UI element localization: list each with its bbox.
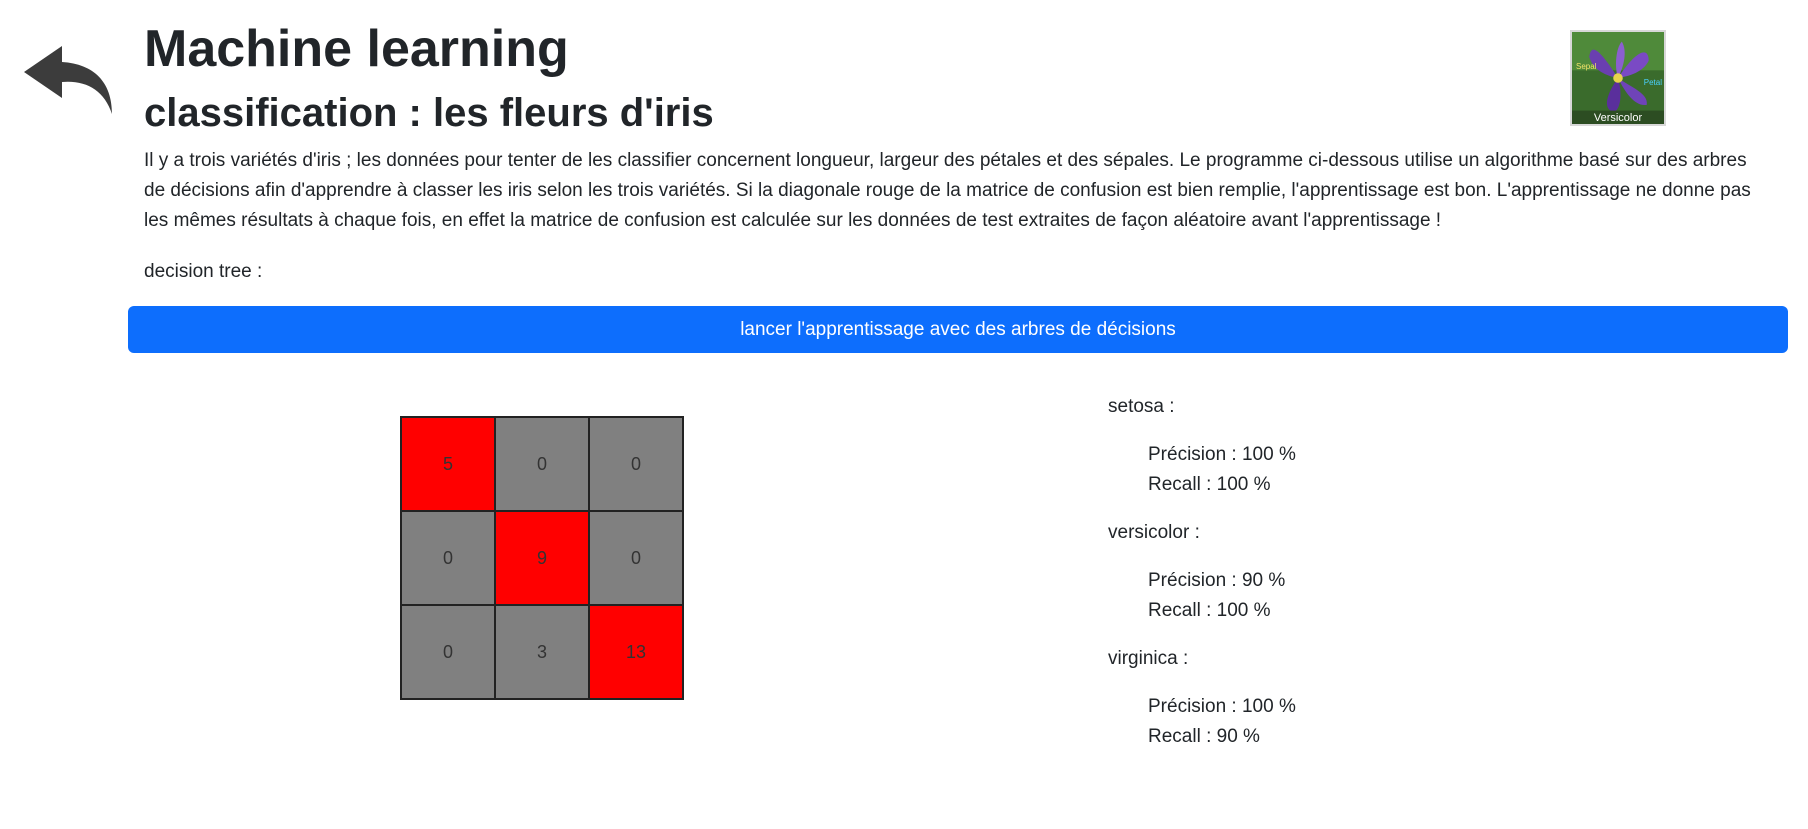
intro-description: Il y a trois variétés d'iris ; les donné… [144, 150, 1751, 231]
confusion-matrix: 5 0 0 0 9 0 0 3 13 [400, 416, 684, 700]
precision-value: Précision : 100 % [1148, 696, 1296, 717]
iris-thumbnail: Sepal Petal Versicolor [1570, 30, 1666, 126]
recall-value: Recall : 90 % [1148, 726, 1260, 747]
thumbnail-label-versicolor: Versicolor [1593, 112, 1643, 124]
matrix-cell: 3 [495, 605, 589, 699]
matrix-cell: 0 [401, 511, 495, 605]
matrix-cell: 0 [589, 417, 683, 511]
train-decision-tree-button[interactable]: lancer l'apprentissage avec des arbres d… [128, 306, 1788, 353]
back-button[interactable] [22, 42, 114, 118]
matrix-cell: 13 [589, 605, 683, 699]
precision-value: Précision : 100 % [1148, 444, 1296, 465]
matrix-cell: 5 [401, 417, 495, 511]
class-name: virginica : [1108, 648, 1189, 669]
back-arrow-icon [24, 46, 112, 114]
recall-value: Recall : 100 % [1148, 474, 1271, 495]
precision-value: Précision : 90 % [1148, 570, 1286, 591]
matrix-cell: 0 [495, 417, 589, 511]
class-name: setosa : [1108, 396, 1175, 417]
matrix-cell: 0 [401, 605, 495, 699]
matrix-cell: 9 [495, 511, 589, 605]
thumbnail-label-sepal: Sepal [1576, 62, 1597, 71]
metrics-setosa: setosa : Précision : 100 % Recall : 100 … [1108, 392, 1608, 500]
class-name: versicolor : [1108, 522, 1200, 543]
class-metrics: setosa : Précision : 100 % Recall : 100 … [1108, 392, 1608, 770]
metrics-virginica: virginica : Précision : 100 % Recall : 9… [1108, 644, 1608, 752]
metrics-versicolor: versicolor : Précision : 90 % Recall : 1… [1108, 518, 1608, 626]
page-title: Machine learning [144, 20, 569, 78]
thumbnail-label-petal: Petal [1643, 78, 1662, 87]
page-subtitle: classification : les fleurs d'iris [144, 91, 714, 135]
recall-value: Recall : 100 % [1148, 600, 1271, 621]
decision-tree-label: decision tree : [144, 261, 263, 282]
matrix-cell: 0 [589, 511, 683, 605]
